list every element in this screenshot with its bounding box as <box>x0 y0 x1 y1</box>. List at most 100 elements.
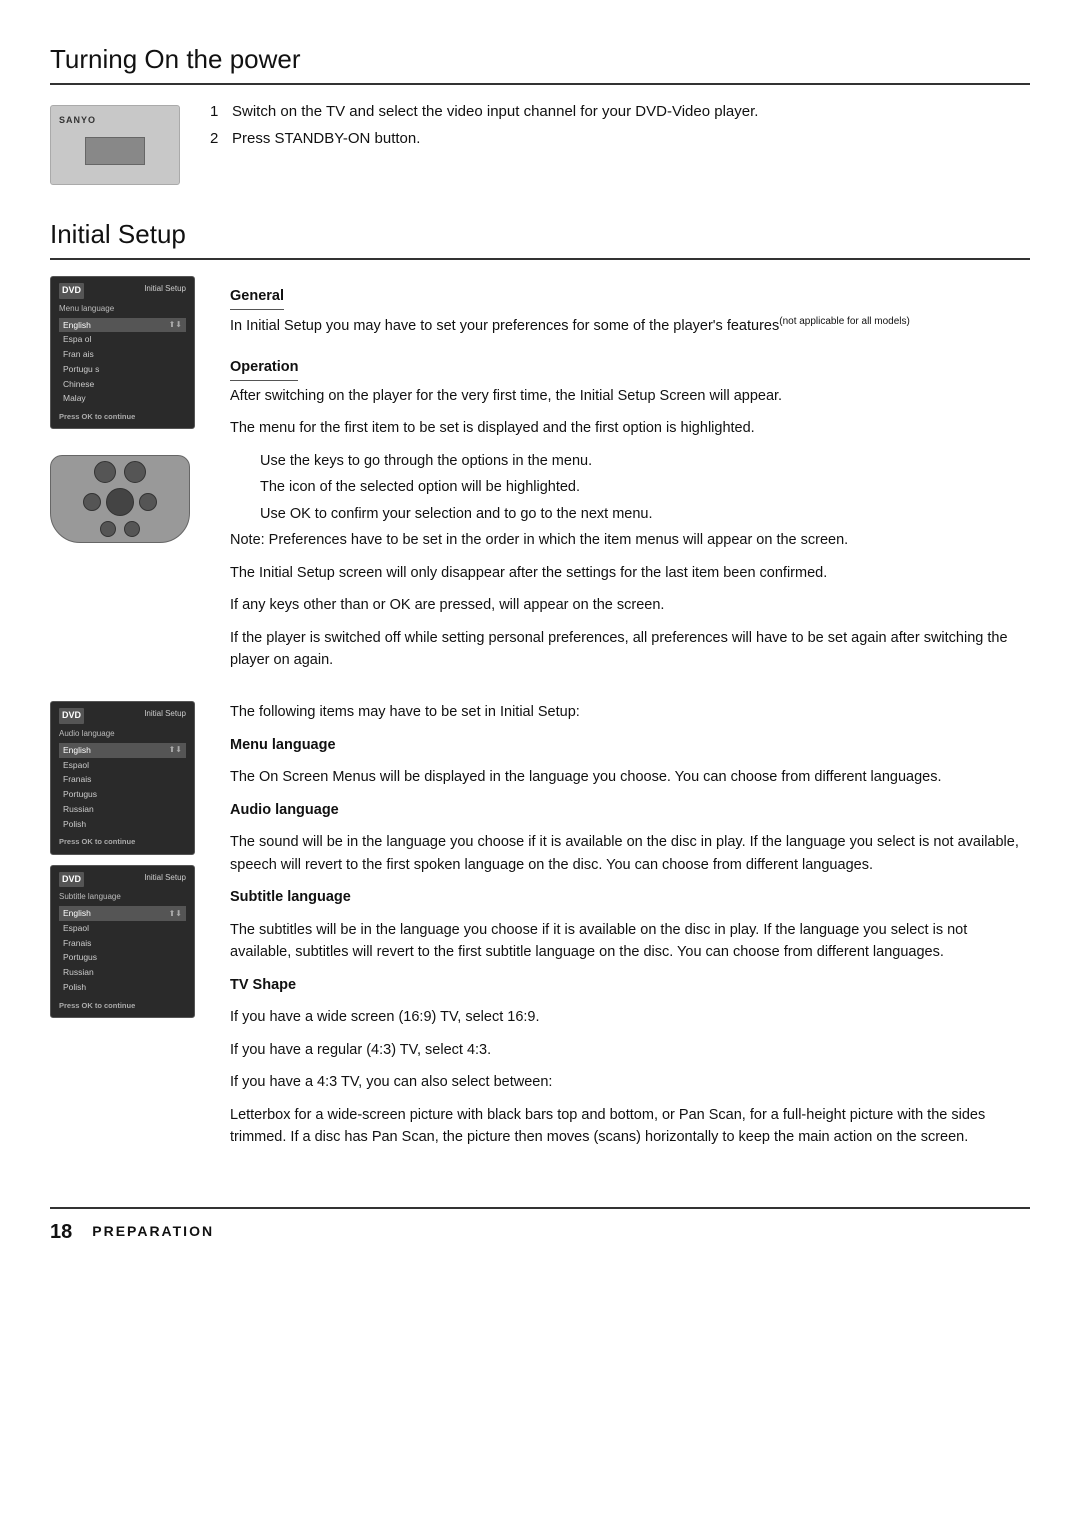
dvd-menu-footer: Press OK to continue <box>59 411 186 422</box>
right-column: General In Initial Setup you may have to… <box>230 276 1030 681</box>
dvd-subtitle-item-portugues: Portugus <box>59 950 186 965</box>
dvd-audio-item-polish: Polish <box>59 817 186 832</box>
dvd-menu-screen: DVD Initial Setup Menu language English … <box>50 276 195 429</box>
turning-text: 1 Switch on the TV and select the video … <box>210 101 1030 185</box>
operation-note-2: The Initial Setup screen will only disap… <box>230 562 1030 584</box>
dvd-subtitle-footer: Press OK to continue <box>59 1000 186 1011</box>
dvd-subtitle-list: English ⬆⬇ Espaol Franais Portugus Russi… <box>59 906 186 995</box>
page-footer: 18 PREPARATION <box>50 1207 1030 1247</box>
dvd-menu-list: English ⬆⬇ Espa ol Fran ais Portugu s Ch… <box>59 318 186 407</box>
dvd-audio-title: Initial Setup <box>144 708 186 724</box>
dvd-menu-item-chinese: Chinese <box>59 377 186 392</box>
dvd-subtitle-title: Initial Setup <box>144 872 186 888</box>
subtitle-arrow: ⬆⬇ <box>169 908 182 920</box>
audio-arrow: ⬆⬇ <box>169 744 182 756</box>
remote-buttons <box>83 461 157 537</box>
remote-top-buttons <box>94 461 146 483</box>
section-turning-on: Turning On the power SANYO 1 Switch on t… <box>50 40 1030 185</box>
dvd-subtitle-item-polish: Polish <box>59 980 186 995</box>
menu-language-desc: The On Screen Menus will be displayed in… <box>230 766 1030 788</box>
dvd-audio-item-francais: Franais <box>59 772 186 787</box>
remote-btn-bot-right <box>124 521 140 537</box>
dvd-subtitle-item-francais: Franais <box>59 936 186 951</box>
remote-btn-top-right <box>124 461 146 483</box>
dvd-menu-title: Initial Setup <box>144 283 186 299</box>
remote-mid-row <box>83 488 157 516</box>
tv-shape-label: TV Shape <box>230 974 1030 996</box>
remote-btn-bot-left <box>100 521 116 537</box>
dvd-screens-and-text: DVD Initial Setup Audio language English… <box>50 701 1030 1158</box>
remote-control-image <box>50 455 190 543</box>
dvd-audio-screen: DVD Initial Setup Audio language English… <box>50 701 195 854</box>
remote-control-area <box>50 455 200 543</box>
audio-language-label: Audio language <box>230 799 1030 821</box>
dvd-menu-label: Menu language <box>59 303 186 315</box>
page-layout: Turning On the power SANYO 1 Switch on t… <box>50 40 1030 1247</box>
tv-shape-169: If you have a wide screen (16:9) TV, sel… <box>230 1006 1030 1028</box>
tv-shape-also: If you have a 4:3 TV, you can also selec… <box>230 1071 1030 1093</box>
dvd-audio-label: Audio language <box>59 728 186 740</box>
dvd-audio-list: English ⬆⬇ Espaol Franais Portugus Russi… <box>59 743 186 832</box>
dvd-audio-logo: DVD <box>59 708 84 724</box>
items-list-intro: The following items may have to be set i… <box>230 701 1030 723</box>
dvd-menu-item-portugues: Portugu s <box>59 362 186 377</box>
remote-bottom-buttons <box>100 521 140 537</box>
general-section: General In Initial Setup you may have to… <box>230 276 1030 337</box>
remote-btn-top-left <box>94 461 116 483</box>
left-column: DVD Initial Setup Menu language English … <box>50 276 200 681</box>
operation-para-0: After switching on the player for the ve… <box>230 385 1030 407</box>
dvd-subtitle-label: Subtitle language <box>59 891 186 903</box>
subtitle-language-label: Subtitle language <box>230 886 1030 908</box>
dvd-audio-item-espanol: Espaol <box>59 758 186 773</box>
dvd-audio-footer: Press OK to continue <box>59 836 186 847</box>
dvd-subtitle-screen: DVD Initial Setup Subtitle language Engl… <box>50 865 195 1018</box>
dvd-subtitle-item-russian: Russian <box>59 965 186 980</box>
dvd-audio-item-portugues: Portugus <box>59 787 186 802</box>
dvd-menu-item-malay: Malay <box>59 391 186 406</box>
dvd-subtitle-item-english: English ⬆⬇ <box>59 906 186 921</box>
operation-section: Operation After switching on the player … <box>230 347 1030 671</box>
dvd-subtitle-header: DVD Initial Setup <box>59 872 186 888</box>
menu-arrow: ⬆⬇ <box>169 319 182 331</box>
section-label: PREPARATION <box>92 1221 214 1242</box>
initial-setup-heading: Initial Setup <box>50 215 1030 260</box>
dvd-menu-item-francais: Fran ais <box>59 347 186 362</box>
operation-note-3: If any keys other than or OK are pressed… <box>230 594 1030 616</box>
general-text: In Initial Setup you may have to set you… <box>230 314 1030 337</box>
operation-sub-heading: Operation <box>230 357 298 381</box>
remote-btn-right <box>139 493 157 511</box>
step-1: 1 Switch on the TV and select the video … <box>210 101 1030 124</box>
operation-para-4: Use OK to confirm your selection and to … <box>230 503 1030 525</box>
operation-note-4: If the player is switched off while sett… <box>230 627 1030 672</box>
general-operation-layout: DVD Initial Setup Menu language English … <box>50 276 1030 681</box>
device-label-text: SANYO <box>59 114 96 128</box>
dvd-menu-item-english: English ⬆⬇ <box>59 318 186 333</box>
operation-note-1: Note: Preferences have to be set in the … <box>230 529 1030 551</box>
turning-content: SANYO 1 Switch on the TV and select the … <box>50 101 1030 185</box>
dvd-menu-item-espanol: Espa ol <box>59 332 186 347</box>
dvd-audio-item-russian: Russian <box>59 802 186 817</box>
section-initial-setup: Initial Setup DVD Initial Setup Menu lan… <box>50 215 1030 1159</box>
menu-language-label: Menu language <box>230 734 1030 756</box>
steps-list: 1 Switch on the TV and select the video … <box>210 101 1030 150</box>
audio-language-desc: The sound will be in the language you ch… <box>230 831 1030 876</box>
device-screen <box>85 137 145 165</box>
dvd-audio-header: DVD Initial Setup <box>59 708 186 724</box>
subtitle-language-desc: The subtitles will be in the language yo… <box>230 919 1030 964</box>
tv-shape-43: If you have a regular (4:3) TV, select 4… <box>230 1039 1030 1061</box>
device-image: SANYO <box>50 105 180 185</box>
dvd-logo: DVD <box>59 283 84 299</box>
step-2: 2 Press STANDBY-ON button. <box>210 128 1030 151</box>
remote-btn-left <box>83 493 101 511</box>
dvd-menu-header: DVD Initial Setup <box>59 283 186 299</box>
dvd-audio-item-english: English ⬆⬇ <box>59 743 186 758</box>
general-sub-heading: General <box>230 286 284 310</box>
operation-para-1: The menu for the first item to be set is… <box>230 417 1030 439</box>
tv-shape-letterbox: Letterbox for a wide-screen picture with… <box>230 1104 1030 1149</box>
operation-para-2: Use the keys to go through the options i… <box>230 450 1030 472</box>
operation-para-3: The icon of the selected option will be … <box>230 476 1030 498</box>
turning-heading: Turning On the power <box>50 40 1030 85</box>
dvd-subtitle-logo: DVD <box>59 872 84 888</box>
page-number: 18 <box>50 1217 72 1247</box>
remaining-text-column: The following items may have to be set i… <box>230 701 1030 1158</box>
